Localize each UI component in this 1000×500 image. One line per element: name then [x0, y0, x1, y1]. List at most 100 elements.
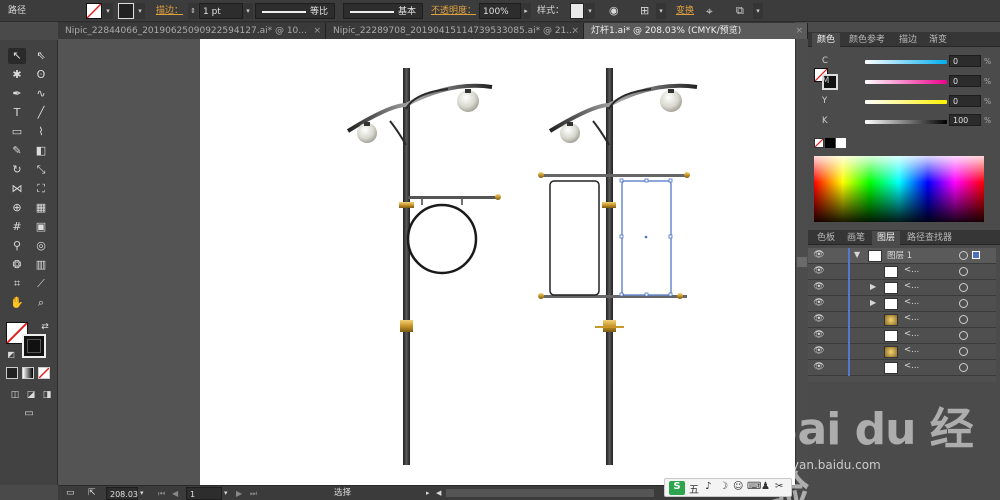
lamp-post-2[interactable]: [538, 68, 698, 465]
style-dropdown-icon[interactable]: ▾: [585, 3, 595, 19]
line-tool-icon[interactable]: ╱: [32, 105, 50, 121]
close-icon[interactable]: ×: [571, 23, 579, 39]
layer-row-parent[interactable]: 👁 ▼ 图层 1: [808, 248, 996, 264]
color-spectrum[interactable]: [814, 156, 984, 222]
fill-swatch[interactable]: [86, 3, 102, 19]
keyboard-icon[interactable]: ⌨: [747, 481, 761, 492]
lamp-post-1[interactable]: [346, 68, 501, 465]
graph-tool-icon[interactable]: ▥: [32, 257, 50, 273]
close-icon[interactable]: ×: [795, 23, 803, 39]
layer-target-icon[interactable]: [959, 251, 968, 260]
color-mode-icon[interactable]: [6, 367, 18, 379]
tab-document-1[interactable]: Nipic_22844066_20190625090922594127.ai* …: [58, 23, 326, 39]
recolor-icon[interactable]: ◉: [609, 3, 623, 19]
tab-stroke[interactable]: 描边: [894, 33, 922, 47]
pole-1[interactable]: [403, 68, 410, 465]
status-menu-icon[interactable]: ▸: [426, 487, 430, 500]
symbol-sprayer-tool-icon[interactable]: ❂: [8, 257, 26, 273]
visibility-eye-icon[interactable]: 👁: [812, 362, 826, 374]
lamp-bulb-1b[interactable]: [457, 90, 479, 112]
artboard[interactable]: [200, 39, 795, 485]
type-tool-icon[interactable]: T: [8, 105, 26, 121]
white-swatch[interactable]: [836, 138, 846, 148]
punctuation-icon[interactable]: ♪: [705, 481, 711, 492]
first-artboard-icon[interactable]: ⏮: [158, 487, 165, 500]
screen-mode-icon[interactable]: ▭: [18, 406, 40, 422]
tab-color-guide[interactable]: 颜色参考: [844, 33, 890, 47]
sublayer-name[interactable]: <...: [904, 281, 919, 291]
visibility-eye-icon[interactable]: 👁: [812, 250, 826, 262]
pole-2[interactable]: [606, 68, 613, 465]
channel-y-value[interactable]: 0: [949, 95, 981, 107]
gradient-tool-icon[interactable]: ▣: [32, 219, 50, 235]
channel-m-value[interactable]: 0: [949, 75, 981, 87]
layer-row[interactable]: 👁 <...: [808, 312, 996, 328]
transform-label[interactable]: 变换: [676, 3, 694, 19]
last-artboard-icon[interactable]: ⏭: [250, 487, 257, 500]
stroke-stepper-icon[interactable]: ⇕: [188, 3, 198, 19]
layer-row[interactable]: 👁 <...: [808, 344, 996, 360]
align-icon[interactable]: ⊞: [640, 3, 656, 19]
opacity-field[interactable]: 100%: [479, 3, 521, 19]
curvature-tool-icon[interactable]: ∿: [32, 86, 50, 102]
free-transform-tool-icon[interactable]: ⛶: [32, 181, 50, 197]
selection-tool-icon[interactable]: ↖: [8, 48, 26, 64]
perspective-grid-tool-icon[interactable]: ▦: [32, 200, 50, 216]
zoom-dropdown-icon[interactable]: ▾: [140, 487, 144, 500]
layer-target-icon[interactable]: [959, 315, 968, 324]
blend-tool-icon[interactable]: ◎: [32, 238, 50, 254]
opacity-dropdown-icon[interactable]: ▸: [521, 3, 531, 19]
sublayer-name[interactable]: <...: [904, 313, 919, 323]
draw-inside-icon[interactable]: ◨: [38, 387, 56, 403]
brush-definition[interactable]: 基本: [343, 3, 423, 19]
half-width-icon[interactable]: ☽: [719, 481, 728, 492]
selection-indicator-icon[interactable]: [972, 251, 980, 259]
layer-target-icon[interactable]: [959, 331, 968, 340]
page-dropdown-icon[interactable]: ▾: [224, 487, 228, 500]
stroke-label[interactable]: 描边：: [156, 3, 183, 19]
none-swatch[interactable]: [814, 138, 824, 148]
sublayer-name[interactable]: <...: [904, 345, 919, 355]
none-mode-icon[interactable]: [38, 367, 50, 379]
tab-layers[interactable]: 图层: [872, 231, 901, 245]
fill-dropdown-icon[interactable]: ▾: [103, 3, 113, 19]
street-lamp-artwork[interactable]: [200, 39, 795, 485]
sublayer-name[interactable]: <...: [904, 329, 919, 339]
hscroll-left-icon[interactable]: ◀: [436, 487, 441, 500]
layer-target-icon[interactable]: [959, 283, 968, 292]
visibility-eye-icon[interactable]: 👁: [812, 330, 826, 342]
expand-triangle-icon[interactable]: ▶: [870, 298, 876, 307]
tab-document-3[interactable]: 灯杆1.ai* @ 208.03% (CMYK/预览) ×: [584, 23, 808, 39]
stroke-width-field[interactable]: 1 pt: [199, 3, 243, 19]
pen-tool-icon[interactable]: ✒: [8, 86, 26, 102]
isolate-icon[interactable]: ⌖: [706, 3, 713, 19]
user-icon[interactable]: ♟: [761, 481, 770, 492]
stroke-dropdown-icon[interactable]: ▾: [135, 3, 145, 19]
black-swatch[interactable]: [825, 138, 835, 148]
arrange-dropdown-icon[interactable]: ▾: [753, 3, 763, 19]
default-colors-icon[interactable]: ◩: [2, 347, 20, 363]
stroke-swatch[interactable]: [118, 3, 134, 19]
sign-bracket-1[interactable]: [408, 196, 498, 199]
channel-y-slider[interactable]: [865, 100, 947, 104]
layer-row[interactable]: 👁 <...: [808, 264, 996, 280]
zoom-tool-icon[interactable]: ⌕: [32, 295, 50, 311]
tab-swatches[interactable]: 色板: [812, 231, 840, 245]
layer-row[interactable]: 👁 ▶ <...: [808, 296, 996, 312]
layer-row[interactable]: 👁 <...: [808, 328, 996, 344]
horizontal-scrollbar[interactable]: [446, 489, 654, 497]
swap-colors-icon[interactable]: ⇄: [36, 319, 54, 335]
visibility-eye-icon[interactable]: 👁: [812, 346, 826, 358]
mesh-tool-icon[interactable]: #: [8, 219, 26, 235]
skin-icon[interactable]: ✂: [775, 481, 783, 492]
layer-row[interactable]: 👁 ▶ <...: [808, 280, 996, 296]
lamp-bulb-2b[interactable]: [660, 90, 682, 112]
pencil-tool-icon[interactable]: ✎: [8, 143, 26, 159]
scroll-thumb[interactable]: [797, 257, 807, 267]
opacity-label[interactable]: 不透明度：: [431, 3, 476, 19]
close-icon[interactable]: ×: [313, 23, 321, 39]
layer-row[interactable]: 👁 <...: [808, 360, 996, 376]
eraser-tool-icon[interactable]: ◧: [32, 143, 50, 159]
layer-target-icon[interactable]: [959, 347, 968, 356]
arrange-icon[interactable]: ⧉: [736, 3, 744, 19]
